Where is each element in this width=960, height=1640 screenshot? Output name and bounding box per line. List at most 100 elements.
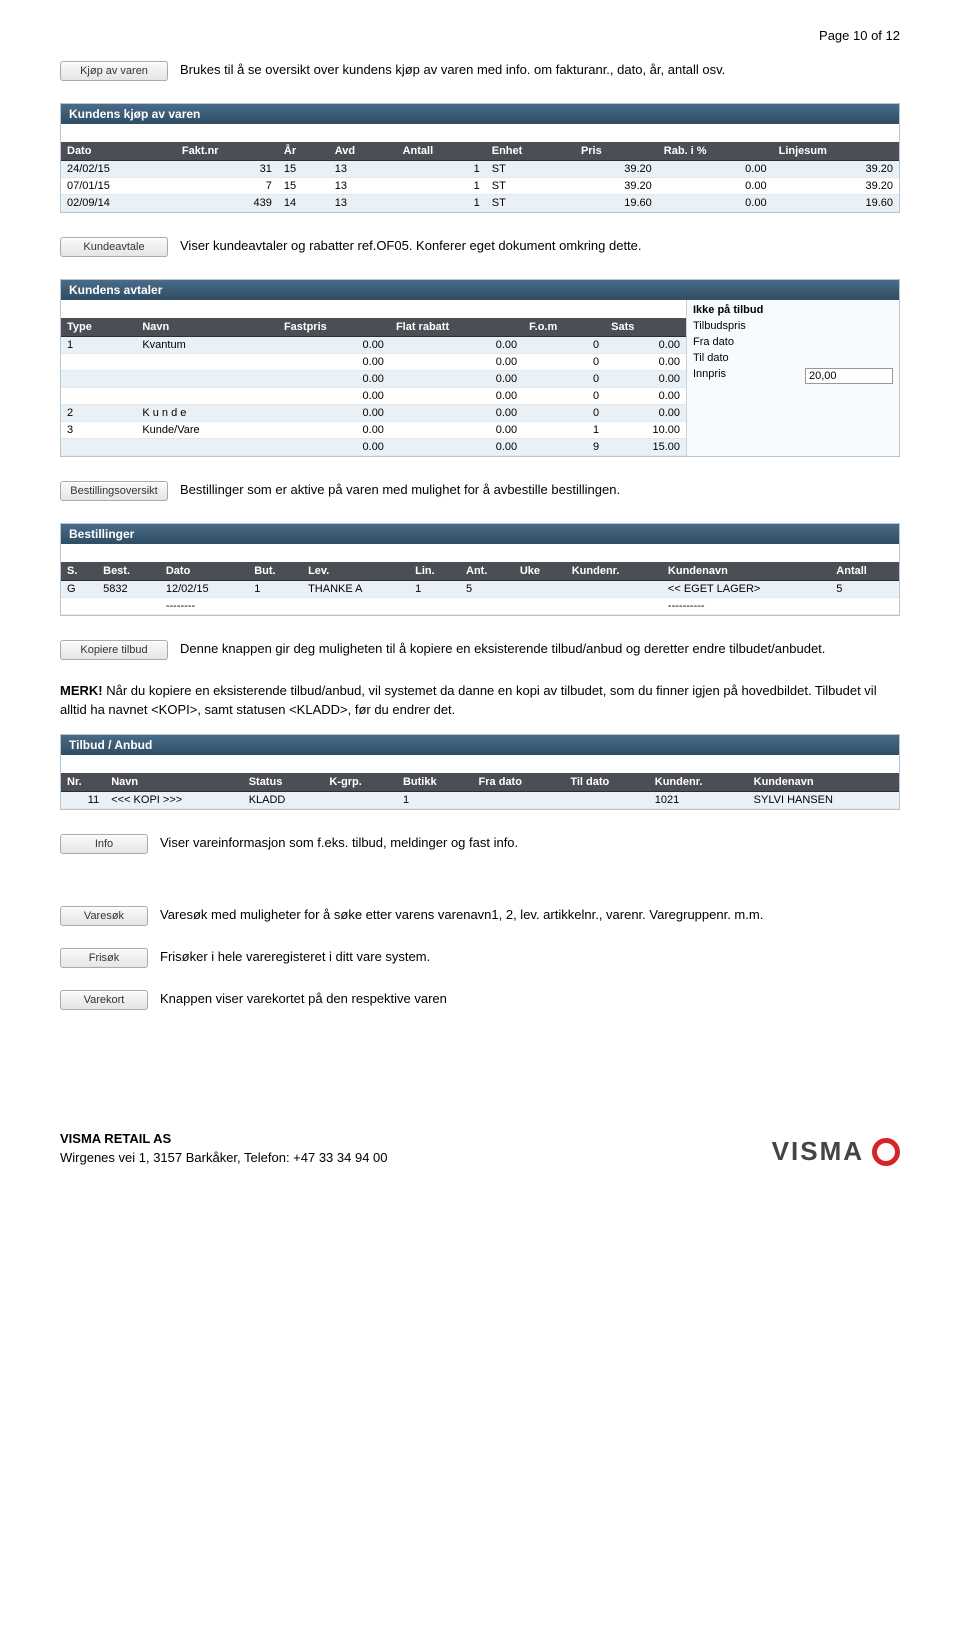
col-kgrp: K-grp. <box>323 773 397 792</box>
merk-text: Når du kopiere en eksisterende tilbud/an… <box>60 683 877 717</box>
kundeavtale-button[interactable]: Kundeavtale <box>60 237 168 257</box>
col-kundenr: Kundenr. <box>649 773 748 792</box>
sidebox-label: Fra dato <box>693 336 734 348</box>
footer-address: Wirgenes vei 1, 3157 Barkåker, Telefon: … <box>60 1149 388 1168</box>
col-fradato: Fra dato <box>473 773 565 792</box>
merk-heading: MERK! <box>60 683 103 698</box>
frisok-text: Frisøker i hele vareregisteret i ditt va… <box>160 948 900 967</box>
panel-avtaler-title: Kundens avtaler <box>61 280 899 300</box>
table-row[interactable]: 11 <<< KOPI >>> KLADD 1 1021 SYLVI HANSE… <box>61 791 899 808</box>
col-nr: Nr. <box>61 773 105 792</box>
table-row[interactable]: 07/01/15 7 15 13 1 ST 39.20 0.00 39.20 <box>61 178 899 195</box>
col-lev: Lev. <box>302 562 409 581</box>
bestilling-text: Bestillinger som er aktive på varen med … <box>180 481 900 500</box>
col-kundenr: Kundenr. <box>566 562 662 581</box>
col-ar: År <box>278 142 329 161</box>
table-row[interactable]: 2K u n d e0.000.0000.00 <box>61 405 686 422</box>
table-row[interactable]: 0.000.00915.00 <box>61 439 686 456</box>
col-pris: Pris <box>575 142 658 161</box>
info-text: Viser vareinformasjon som f.eks. tilbud,… <box>160 834 900 853</box>
col-s: S. <box>61 562 97 581</box>
table-row[interactable]: 24/02/15 31 15 13 1 ST 39.20 0.00 39.20 <box>61 161 899 178</box>
sidebox-label: Til dato <box>693 352 729 364</box>
col-type: Type <box>61 318 136 337</box>
kjop-av-varen-button[interactable]: Kjøp av varen <box>60 61 168 81</box>
panel-kundens-avtaler: Kundens avtaler Type Navn Fastpris Flat … <box>60 279 900 457</box>
table-row[interactable]: 3Kunde/Vare0.000.00110.00 <box>61 422 686 439</box>
sidebox-label: Innpris <box>693 368 726 384</box>
kjop-text: Brukes til å se oversikt over kundens kj… <box>180 61 900 80</box>
section-kundeavtale: Kundeavtale Viser kundeavtaler og rabatt… <box>60 237 900 257</box>
section-frisok: Frisøk Frisøker i hele vareregisteret i … <box>60 948 900 968</box>
panel-tilbud-anbud: Tilbud / Anbud Nr. Navn Status K-grp. Bu… <box>60 734 900 810</box>
col-tildato: Til dato <box>564 773 648 792</box>
bestillingsoversikt-button[interactable]: Bestillingsoversikt <box>60 481 168 501</box>
col-kundenavn: Kundenavn <box>662 562 830 581</box>
footer-company: VISMA RETAIL AS <box>60 1130 388 1149</box>
table-row[interactable]: 02/09/14 439 14 13 1 ST 19.60 0.00 19.60 <box>61 195 899 212</box>
table-row[interactable]: 0.000.0000.00 <box>61 354 686 371</box>
varesok-button[interactable]: Varesøk <box>60 906 148 926</box>
col-kundenavn: Kundenavn <box>748 773 899 792</box>
sidebox-hdr: Ikke på tilbud <box>693 304 893 316</box>
col-navn: Navn <box>105 773 242 792</box>
section-varesok: Varesøk Varesøk med muligheter for å søk… <box>60 906 900 926</box>
kjop-table: Dato Fakt.nr År Avd Antall Enhet Pris Ra… <box>61 142 899 212</box>
info-button[interactable]: Info <box>60 834 148 854</box>
varekort-text: Knappen viser varekortet på den respekti… <box>160 990 900 1009</box>
panel-bestillinger: Bestillinger S. Best. Dato But. Lev. Lin… <box>60 523 900 616</box>
col-ant: Ant. <box>460 562 514 581</box>
col-avd: Avd <box>329 142 397 161</box>
section-info: Info Viser vareinformasjon som f.eks. ti… <box>60 834 900 854</box>
panel-kjop-title: Kundens kjøp av varen <box>61 104 899 124</box>
panel-tilbud-title: Tilbud / Anbud <box>61 735 899 755</box>
merk-paragraph: MERK! Når du kopiere en eksisterende til… <box>60 682 900 720</box>
sidebox-label: Tilbudspris <box>693 320 746 332</box>
col-antall: Antall <box>397 142 486 161</box>
table-row[interactable]: 0.000.0000.00 <box>61 371 686 388</box>
col-fastpris: Fastpris <box>278 318 390 337</box>
varesok-text: Varesøk med muligheter for å søke etter … <box>160 906 900 925</box>
col-dato: Dato <box>61 142 176 161</box>
col-butikk: Butikk <box>397 773 473 792</box>
section-varekort: Varekort Knappen viser varekortet på den… <box>60 990 900 1010</box>
visma-logo: VISMA <box>772 1136 900 1167</box>
col-enhet: Enhet <box>486 142 575 161</box>
innpris-input[interactable] <box>805 368 893 384</box>
kopier-text: Denne knappen gir deg muligheten til å k… <box>180 640 900 659</box>
frisok-button[interactable]: Frisøk <box>60 948 148 968</box>
visma-logo-dot-icon <box>872 1138 900 1166</box>
col-flatrabatt: Flat rabatt <box>390 318 523 337</box>
kopiere-tilbud-button[interactable]: Kopiere tilbud <box>60 640 168 660</box>
footer: VISMA RETAIL AS Wirgenes vei 1, 3157 Bar… <box>60 1130 900 1168</box>
col-best: Best. <box>97 562 160 581</box>
visma-logo-text: VISMA <box>772 1136 864 1167</box>
page-header: Page 10 of 12 <box>60 28 900 43</box>
varekort-button[interactable]: Varekort <box>60 990 148 1010</box>
col-status: Status <box>243 773 324 792</box>
panel-kundens-kjop: Kundens kjøp av varen Dato Fakt.nr År Av… <box>60 103 900 213</box>
col-sats: Sats <box>605 318 686 337</box>
col-linjesum: Linjesum <box>773 142 899 161</box>
table-row[interactable]: 1Kvantum0.000.0000.00 <box>61 337 686 354</box>
section-bestilling: Bestillingsoversikt Bestillinger som er … <box>60 481 900 501</box>
avtaler-table: Type Navn Fastpris Flat rabatt F.o.m Sat… <box>61 318 686 456</box>
col-fom: F.o.m <box>523 318 605 337</box>
col-faktnr: Fakt.nr <box>176 142 278 161</box>
col-navn: Navn <box>136 318 278 337</box>
section-kjop: Kjøp av varen Brukes til å se oversikt o… <box>60 61 900 81</box>
sidebox-ikke-pa-tilbud: Ikke på tilbud Tilbudspris Fra dato Til … <box>686 300 899 456</box>
col-uke: Uke <box>514 562 566 581</box>
bestillinger-table: S. Best. Dato But. Lev. Lin. Ant. Uke Ku… <box>61 562 899 615</box>
col-rab: Rab. i % <box>658 142 773 161</box>
table-row[interactable]: 0.000.0000.00 <box>61 388 686 405</box>
kundeavtale-text: Viser kundeavtaler og rabatter ref.OF05.… <box>180 237 900 256</box>
table-row[interactable]: G 5832 12/02/15 1 THANKE A 1 5 << EGET L… <box>61 581 899 598</box>
col-antall: Antall <box>830 562 899 581</box>
col-lin: Lin. <box>409 562 460 581</box>
col-but: But. <box>248 562 302 581</box>
table-row[interactable]: -------- ---------- <box>61 598 899 615</box>
section-kopier: Kopiere tilbud Denne knappen gir deg mul… <box>60 640 900 660</box>
tilbud-table: Nr. Navn Status K-grp. Butikk Fra dato T… <box>61 773 899 809</box>
col-dato: Dato <box>160 562 248 581</box>
